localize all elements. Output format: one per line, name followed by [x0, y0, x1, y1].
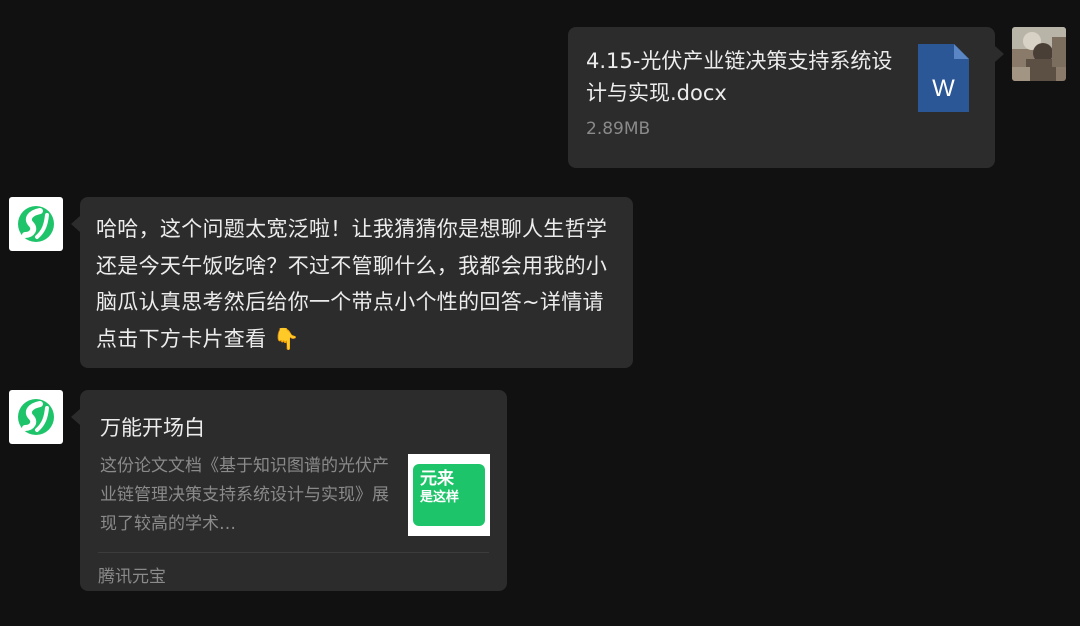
card-source: 腾讯元宝: [98, 567, 166, 587]
thumbnail-line1: 元来: [420, 469, 454, 489]
file-message-bubble[interactable]: 4.15-光伏产业链决策支持系统设计与实现.docx 2.89MB W: [568, 27, 1004, 168]
word-document-icon: W: [918, 44, 969, 112]
yuanbao-logo-icon: [18, 206, 54, 242]
file-size: 2.89MB: [586, 119, 651, 139]
chat-window: 4.15-光伏产业链决策支持系统设计与实现.docx 2.89MB W 哈哈，这…: [0, 0, 1080, 626]
card-description: 这份论文文档《基于知识图谱的光伏产业链管理决策支持系统设计与实现》展现了较高的学…: [100, 456, 389, 534]
user-avatar[interactable]: [1012, 27, 1066, 81]
card-thumbnail: 元来 是这样: [408, 454, 490, 536]
word-icon-letter: W: [932, 75, 955, 102]
bot-avatar[interactable]: [9, 197, 63, 251]
card-title: 万能开场白: [100, 416, 205, 440]
card-divider: [98, 552, 489, 553]
thumbnail-badge: 元来 是这样: [413, 464, 485, 526]
share-card[interactable]: 万能开场白 这份论文文档《基于知识图谱的光伏产业链管理决策支持系统设计与实现》展…: [71, 390, 507, 591]
bot-avatar-card[interactable]: [9, 390, 63, 444]
file-name: 4.15-光伏产业链决策支持系统设计与实现.docx: [586, 49, 893, 105]
bot-reply-bubble[interactable]: 哈哈，这个问题太宽泛啦！让我猜猜你是想聊人生哲学还是今天午饭吃啥？不过不管聊什么…: [71, 197, 633, 368]
thumbnail-line2: 是这样: [420, 490, 460, 505]
yuanbao-logo-icon: [18, 399, 54, 435]
